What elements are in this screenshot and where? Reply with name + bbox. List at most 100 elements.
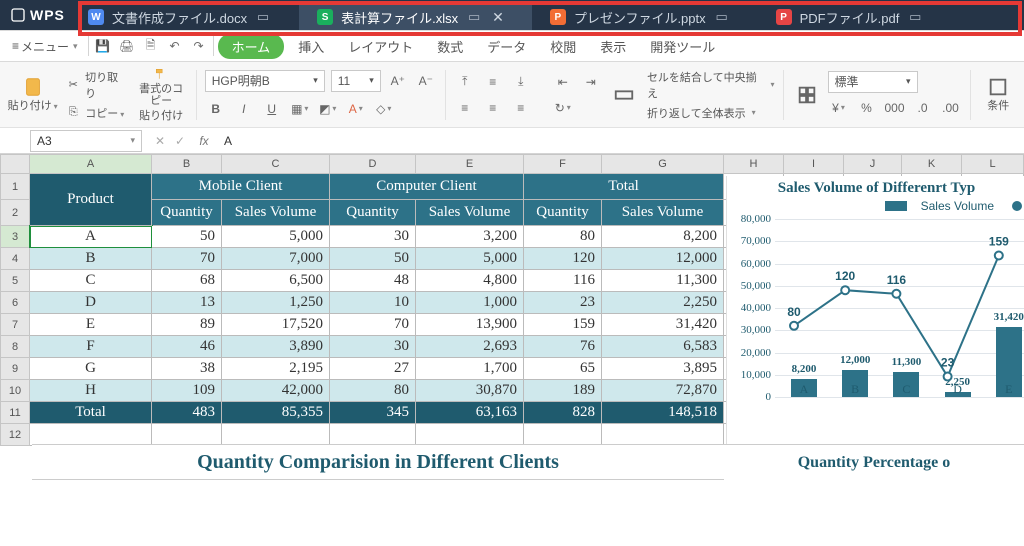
- tab-pdf[interactable]: P PDFファイル.pdf ▭: [758, 4, 952, 30]
- conditional-format-button[interactable]: 条件: [978, 67, 1018, 123]
- orientation-icon[interactable]: ↻: [552, 97, 574, 119]
- cell-B3[interactable]: 50: [152, 226, 222, 248]
- cell-A6[interactable]: D: [30, 292, 152, 314]
- ribbon-tab-data[interactable]: データ: [477, 34, 536, 59]
- decrease-font-icon[interactable]: A⁻: [415, 70, 437, 92]
- cell-G9[interactable]: 3,895: [602, 358, 724, 380]
- cell-E4[interactable]: 5,000: [416, 248, 524, 270]
- row-head-9[interactable]: 9: [0, 358, 30, 380]
- cell-D3[interactable]: 30: [330, 226, 416, 248]
- cancel-formula-icon[interactable]: ✕: [150, 131, 170, 151]
- formula-input[interactable]: A: [218, 134, 1024, 148]
- col-head-D[interactable]: D: [330, 154, 416, 174]
- col-head-K[interactable]: K: [902, 154, 962, 174]
- row-head-3[interactable]: 3: [0, 226, 30, 248]
- row-head-5[interactable]: 5: [0, 270, 30, 292]
- fx-icon[interactable]: fx: [190, 134, 218, 148]
- cell-D7[interactable]: 70: [330, 314, 416, 336]
- select-all-corner[interactable]: [0, 154, 30, 174]
- align-top-icon[interactable]: ⤒: [454, 71, 476, 93]
- cell-C3[interactable]: 5,000: [222, 226, 330, 248]
- paste-button[interactable]: 貼り付け: [6, 67, 59, 123]
- align-middle-icon[interactable]: ≡: [482, 71, 504, 93]
- percent-icon[interactable]: %: [856, 97, 878, 119]
- cell-G5[interactable]: 11,300: [602, 270, 724, 292]
- cell-G6[interactable]: 2,250: [602, 292, 724, 314]
- cell-D8[interactable]: 30: [330, 336, 416, 358]
- increase-font-icon[interactable]: A⁺: [387, 70, 409, 92]
- cell-A3[interactable]: A: [30, 226, 152, 248]
- cell-A10[interactable]: H: [30, 380, 152, 402]
- col-head-G[interactable]: G: [602, 154, 724, 174]
- cell-E8[interactable]: 2,693: [416, 336, 524, 358]
- undo-icon[interactable]: ↶: [165, 36, 185, 56]
- font-size-select[interactable]: 11▾: [331, 70, 381, 92]
- wrap-text-button[interactable]: 折り返して全体表示: [647, 105, 775, 121]
- cell-G8[interactable]: 6,583: [602, 336, 724, 358]
- cell-B7[interactable]: 89: [152, 314, 222, 336]
- col-head-C[interactable]: C: [222, 154, 330, 174]
- ribbon-tab-review[interactable]: 校閲: [540, 34, 586, 59]
- col-head-H[interactable]: H: [724, 154, 784, 174]
- italic-button[interactable]: I: [233, 98, 255, 120]
- col-head-E[interactable]: E: [416, 154, 524, 174]
- row-head-12[interactable]: 12: [0, 424, 30, 446]
- row-head-2[interactable]: 2: [0, 200, 30, 226]
- cell-A7[interactable]: E: [30, 314, 152, 336]
- cell-C10[interactable]: 42,000: [222, 380, 330, 402]
- ribbon-tab-formula[interactable]: 数式: [427, 34, 473, 59]
- name-box[interactable]: A3▾: [30, 130, 142, 152]
- row-head-1[interactable]: 1: [0, 174, 30, 200]
- cell-F10[interactable]: 189: [524, 380, 602, 402]
- comma-icon[interactable]: 000: [884, 97, 906, 119]
- align-bottom-icon[interactable]: ⤓: [510, 71, 532, 93]
- ribbon-tab-develop[interactable]: 開発ツール: [640, 34, 725, 59]
- cell-C5[interactable]: 6,500: [222, 270, 330, 292]
- copy-button[interactable]: ⎘コピー: [65, 105, 128, 121]
- cell-D6[interactable]: 10: [330, 292, 416, 314]
- col-head-I[interactable]: I: [784, 154, 844, 174]
- col-head-L[interactable]: L: [962, 154, 1024, 174]
- increase-decimal-icon[interactable]: .00: [940, 97, 962, 119]
- cell-A8[interactable]: F: [30, 336, 152, 358]
- cell-B4[interactable]: 70: [152, 248, 222, 270]
- pin-icon[interactable]: ▭: [714, 9, 730, 25]
- cell-B6[interactable]: 13: [152, 292, 222, 314]
- cell-C4[interactable]: 7,000: [222, 248, 330, 270]
- cell-A4[interactable]: B: [30, 248, 152, 270]
- cell-A11[interactable]: Total: [30, 402, 152, 424]
- print-preview-icon[interactable]: 🗎: [141, 36, 161, 56]
- redo-icon[interactable]: ↷: [189, 36, 209, 56]
- cell-G7[interactable]: 31,420: [602, 314, 724, 336]
- cell-C8[interactable]: 3,890: [222, 336, 330, 358]
- cell-B9[interactable]: 38: [152, 358, 222, 380]
- fill-color-button[interactable]: ◩: [317, 98, 339, 120]
- bold-button[interactable]: B: [205, 98, 227, 120]
- col-head-J[interactable]: J: [844, 154, 902, 174]
- menu-dropdown[interactable]: ≡ メニュー: [6, 38, 84, 55]
- cell-D10[interactable]: 80: [330, 380, 416, 402]
- cell-G3[interactable]: 8,200: [602, 226, 724, 248]
- col-head-A[interactable]: A: [30, 154, 152, 174]
- col-head-B[interactable]: B: [152, 154, 222, 174]
- cell-G10[interactable]: 72,870: [602, 380, 724, 402]
- tab-xlsx[interactable]: S 表計算ファイル.xlsx ▭ ✕: [299, 4, 532, 30]
- cell-C7[interactable]: 17,520: [222, 314, 330, 336]
- cell-F9[interactable]: 65: [524, 358, 602, 380]
- merge-split-icon[interactable]: [608, 67, 641, 123]
- align-left-icon[interactable]: ≡: [454, 97, 476, 119]
- indent-increase-icon[interactable]: ⇥: [580, 71, 602, 93]
- chart-sales-volume[interactable]: Sales Volume of Differenrt Typ Sales Vol…: [726, 176, 1024, 446]
- ribbon-tab-layout[interactable]: レイアウト: [338, 34, 423, 59]
- cell-G4[interactable]: 12,000: [602, 248, 724, 270]
- cell-F4[interactable]: 120: [524, 248, 602, 270]
- tab-docx[interactable]: W 文書作成ファイル.docx ▭: [70, 4, 299, 30]
- cell-B5[interactable]: 68: [152, 270, 222, 292]
- cell-F8[interactable]: 76: [524, 336, 602, 358]
- cell-D9[interactable]: 27: [330, 358, 416, 380]
- row-head-11[interactable]: 11: [0, 402, 30, 424]
- pin-icon[interactable]: ▭: [255, 9, 271, 25]
- ribbon-tab-insert[interactable]: 挿入: [288, 34, 334, 59]
- row-head-8[interactable]: 8: [0, 336, 30, 358]
- align-center-icon[interactable]: ≡: [482, 97, 504, 119]
